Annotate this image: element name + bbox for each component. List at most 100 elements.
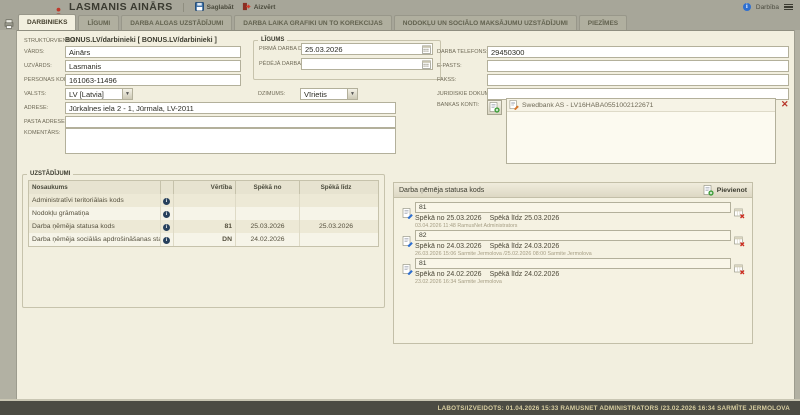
- close-button[interactable]: Aizvērt: [238, 1, 280, 14]
- entry-valid-from: Spēkā no 24.03.2026: [415, 243, 482, 250]
- dzimums-select[interactable]: Vīrietis ▼: [300, 88, 358, 100]
- entry-valid-from: Spēkā no 24.02.2026: [415, 271, 482, 278]
- col-info: [161, 181, 174, 194]
- tabbar: DARBINIEKS LĪGUMI DARBA ALGAS UZSTĀDĪJUM…: [0, 14, 800, 30]
- entry-valid-from: Spēkā no 25.03.2026: [415, 215, 482, 222]
- bank-account-text: Swedbank AS - LV16HABA0551002122671: [522, 102, 653, 109]
- epasts-field[interactable]: [487, 60, 789, 72]
- print-icon[interactable]: [4, 16, 14, 34]
- fakss-field[interactable]: [487, 74, 789, 86]
- valsts-selected-value: LV [Latvia]: [69, 90, 104, 99]
- adrese-field[interactable]: [65, 102, 396, 114]
- pievienot-button-label: Pievienot: [717, 187, 747, 194]
- pirma-darba-diena-field[interactable]: 25.03.2026: [301, 43, 433, 55]
- remove-bank-account-icon[interactable]: ✕: [781, 99, 789, 110]
- close-button-label: Aizvērt: [254, 4, 276, 11]
- status-entry: 81 Spēkā no 25.03.2026 Spēkā līdz 25.03.…: [399, 202, 747, 229]
- personas-kods-field[interactable]: [65, 74, 241, 86]
- info-icon[interactable]: i: [163, 211, 170, 218]
- action-menu-label[interactable]: Darbība: [756, 4, 779, 11]
- delete-icon: [734, 208, 745, 219]
- entry-delete-button[interactable]: [731, 202, 747, 229]
- row-valid-from: [236, 207, 300, 220]
- entry-delete-button[interactable]: [731, 230, 747, 257]
- info-icon[interactable]: i: [163, 198, 170, 205]
- row-valid-from: [236, 194, 300, 207]
- row-value: DN: [174, 233, 236, 246]
- dzimums-label: DZIMUMS:: [258, 91, 300, 97]
- pievienot-button[interactable]: Pievienot: [703, 185, 747, 196]
- col-nosaukums[interactable]: Nosaukums: [29, 181, 161, 194]
- vards-label: VĀRDS:: [24, 49, 65, 55]
- save-button[interactable]: Saglabāt: [191, 1, 238, 14]
- row-valid-to: [300, 194, 372, 207]
- darba-telefons-field[interactable]: [487, 46, 789, 58]
- bank-account-row[interactable]: Swedbank AS - LV16HABA0551002122671: [507, 99, 775, 112]
- strukturvieniba-value: BONUS.LV/darbinieki [ BONUS.LV/darbiniek…: [65, 37, 217, 44]
- tab-darbinieks[interactable]: DARBINIEKS: [18, 14, 76, 30]
- status-code-panel: Darba ņēmēja statusa kods Pievienot 81 S…: [393, 182, 753, 344]
- add-bank-account-button[interactable]: [487, 100, 502, 115]
- help-icon[interactable]: i: [743, 3, 751, 11]
- pedeja-darba-diena-label: PĒDĒJĀ DARBA DIENA:: [259, 61, 301, 67]
- dzimums-selected-value: Vīrietis: [304, 90, 327, 99]
- darba-telefons-label: DARBA TELEFONS:: [437, 49, 487, 55]
- pasta-adrese-field[interactable]: [65, 116, 396, 128]
- titlebar-right-cluster: i Darbība: [743, 0, 793, 14]
- status-entries: 81 Spēkā no 25.03.2026 Spēkā līdz 25.03.…: [394, 198, 752, 290]
- table-row[interactable]: Nodokļu grāmatiņa i: [29, 207, 378, 220]
- add-icon: [489, 102, 500, 113]
- entry-edit-button[interactable]: [399, 258, 415, 285]
- epasts-label: E-PASTS:: [437, 63, 487, 69]
- tab-nodoklu-uzstadijumi[interactable]: NODOKĻU UN SOCIĀLO MAKSĀJUMU UZSTĀDĪJUMI: [394, 15, 577, 30]
- uzstadijumi-legend: UZSTĀDĪJUMI: [27, 171, 73, 177]
- page-title: LASMANIS AINĀRS: [69, 1, 173, 13]
- uzstadijumi-fieldset: UZSTĀDĪJUMI Nosaukums Vērtība Spēkā no S…: [22, 171, 385, 308]
- table-row[interactable]: Administratīvi teritoriālais kods i: [29, 194, 378, 207]
- ligums-fieldset: LĪGUMS PIRMĀ DARBA DIENA: 25.03.2026 PĒD…: [253, 37, 441, 80]
- juridiskie-dokumenti-label: JURIDISKIE DOKUMENTI:: [437, 91, 487, 97]
- komentars-field[interactable]: [65, 128, 396, 154]
- left-frame-strip: [0, 30, 17, 399]
- calendar-icon: [422, 60, 431, 69]
- menu-icon[interactable]: [784, 2, 793, 11]
- col-speka-no[interactable]: Spēkā no: [236, 181, 300, 194]
- employee-card-window: LASMANIS AINĀRS Saglabāt Aizvērt i Darbī…: [0, 0, 800, 415]
- valsts-select[interactable]: LV [Latvia] ▼: [65, 88, 133, 100]
- bank-accounts-list: Swedbank AS - LV16HABA0551002122671: [506, 98, 776, 164]
- chevron-down-icon: ▼: [122, 89, 132, 99]
- statusbar: LABOTS/IZVEIDOTS: 01.04.2026 15:33 RAMUS…: [0, 399, 800, 415]
- tab-piezimes[interactable]: PIEZĪMES: [579, 15, 627, 30]
- row-name: Nodokļu grāmatiņa: [29, 207, 161, 220]
- delete-icon: [734, 264, 745, 275]
- col-speka-lidz[interactable]: Spēkā līdz: [300, 181, 372, 194]
- right-frame-strip: [794, 30, 800, 399]
- tab-ligumi[interactable]: LĪGUMI: [78, 15, 119, 30]
- tab-darba-algas-uzstadijumi[interactable]: DARBA ALGAS UZSTĀDĪJUMI: [121, 15, 232, 30]
- pirma-darba-diena-value: 25.03.2026: [305, 45, 343, 54]
- edit-icon: [509, 100, 519, 110]
- table-row[interactable]: Darba ņēmēja sociālās apdrošināšanas sta…: [29, 233, 378, 246]
- row-valid-to: 25.03.2026: [300, 220, 372, 233]
- col-vertiba[interactable]: Vērtība: [174, 181, 236, 194]
- pedeja-darba-diena-field[interactable]: [301, 58, 433, 70]
- bankas-konti-label: BANKAS KONTI:: [437, 102, 487, 108]
- row-valid-from: 24.02.2026: [236, 233, 300, 246]
- entry-edit-button[interactable]: [399, 230, 415, 257]
- entry-edit-button[interactable]: [399, 202, 415, 229]
- vards-field[interactable]: [65, 46, 241, 58]
- row-value: [174, 207, 236, 220]
- table-row-selected[interactable]: Darba ņēmēja statusa kods i 81 25.03.202…: [29, 220, 378, 233]
- save-icon: [195, 2, 204, 13]
- info-icon[interactable]: i: [163, 237, 170, 244]
- entry-value: 81: [415, 202, 731, 213]
- row-value: [174, 194, 236, 207]
- row-value: 81: [174, 220, 236, 233]
- entry-delete-button[interactable]: [731, 258, 747, 285]
- info-icon[interactable]: i: [163, 224, 170, 231]
- adrese-label: ADRESE:: [24, 105, 65, 111]
- tab-darba-laika-grafiki[interactable]: DARBA LAIKA GRAFIKI UN TO KOREKCIJAS: [234, 15, 392, 30]
- row-name: Darba ņēmēja sociālās apdrošināšanas sta…: [29, 233, 161, 246]
- uzvards-field[interactable]: [65, 60, 241, 72]
- entry-valid-to: Spēkā līdz 24.03.2026: [490, 243, 560, 250]
